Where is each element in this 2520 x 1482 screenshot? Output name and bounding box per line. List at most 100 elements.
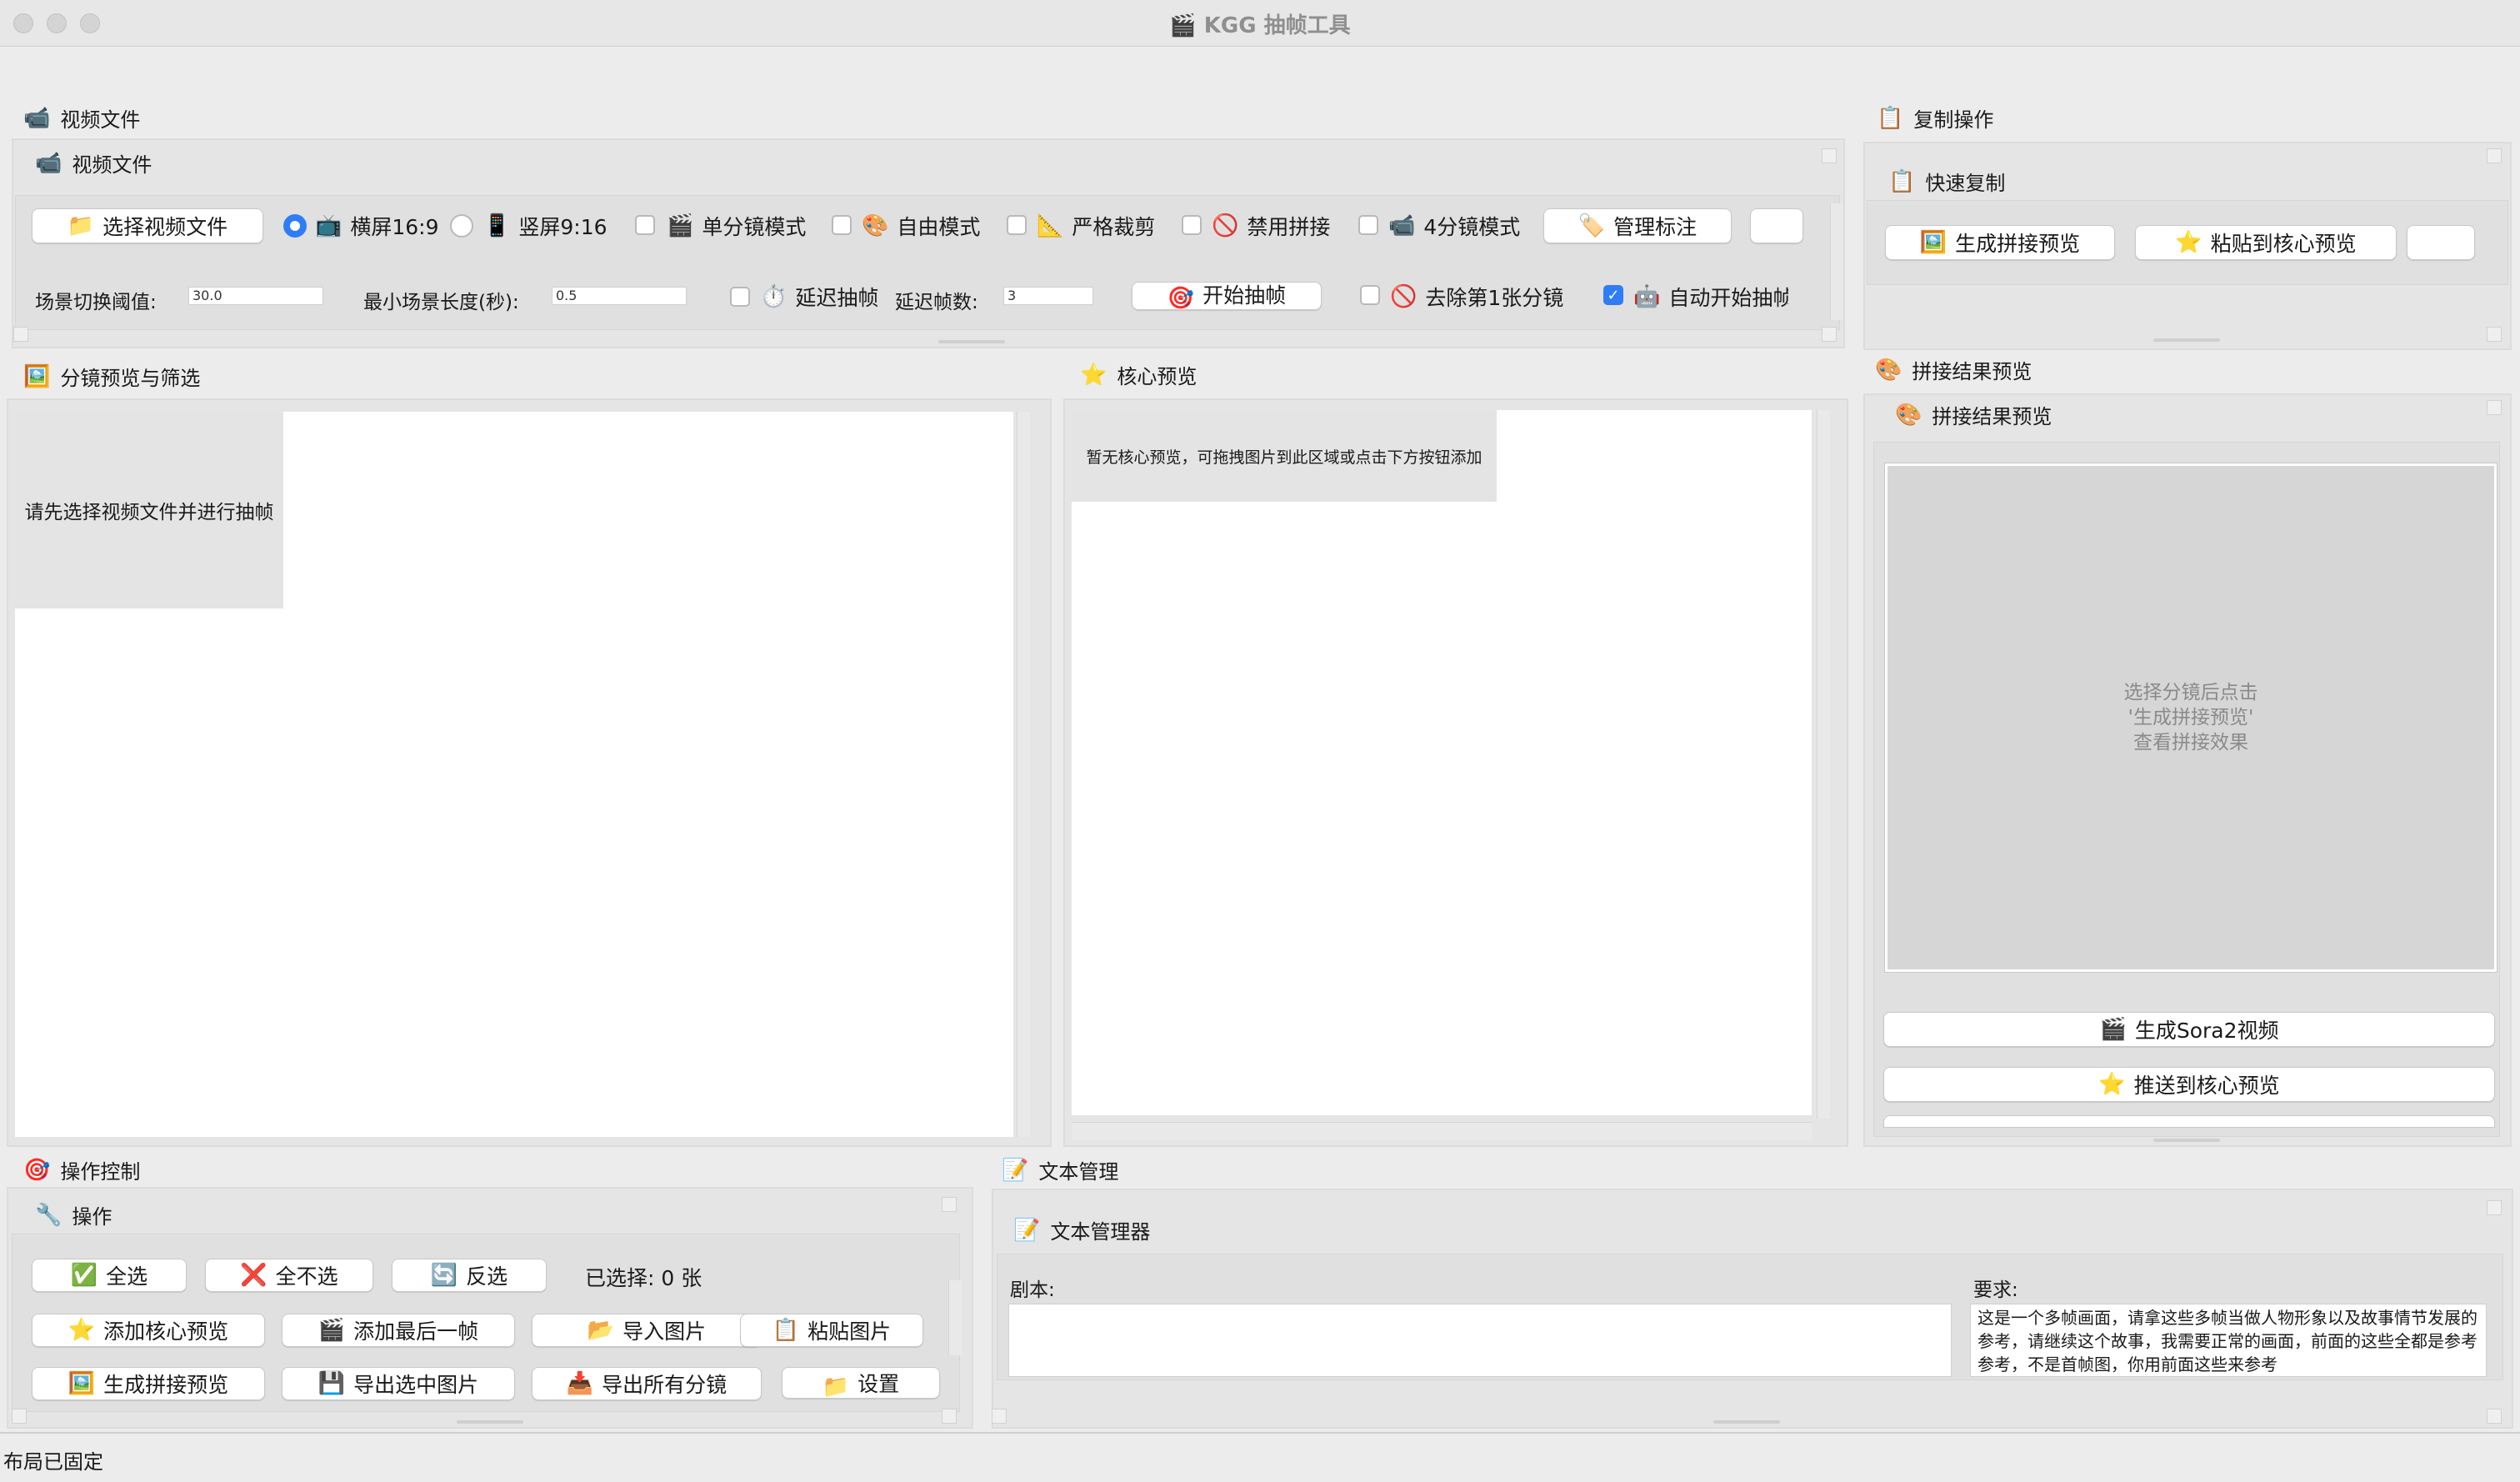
select-video-button[interactable]: 📁 选择视频文件 (32, 208, 263, 243)
stitch-preview-box: 选择分镜后点击 '生成拼接预览' 查看拼接效果 (1884, 463, 2498, 973)
inbox-tray-icon: 📥 (566, 1371, 594, 1396)
target-icon: 🎯 (23, 1157, 51, 1183)
overflow-button[interactable] (1750, 208, 1803, 243)
settings-button[interactable]: 📁 设置 (782, 1367, 940, 1399)
tag-icon: 🏷️ (1578, 213, 1606, 238)
gen-preview-copy-label: 生成拼接预览 (1955, 232, 2081, 256)
auto-start-checkbox[interactable]: ✓ (1603, 285, 1623, 305)
export-all-button[interactable]: 📥 导出所有分镜 (532, 1367, 762, 1400)
text-section-title-text: 文本管理 (1038, 1160, 1119, 1184)
star-icon: ⭐ (68, 1318, 96, 1343)
stitch-section-title: 🎨 拼接结果预览 (1875, 355, 2032, 384)
select-all-button[interactable]: ✅ 全选 (32, 1259, 187, 1292)
no-entry-icon: 🚫 (1212, 213, 1239, 238)
splitter-handle[interactable] (2153, 1139, 2220, 1142)
core-preview-scrollbar[interactable] (1817, 410, 1830, 1119)
delay-frames-input[interactable]: 3 (1003, 287, 1093, 305)
add-last-frame-button[interactable]: 🎬 添加最后一帧 (282, 1314, 515, 1347)
star-icon: ⭐ (1080, 362, 1108, 388)
video-section-title: 📹 视频文件 (23, 103, 140, 133)
clapper-icon: 🎬 (318, 1318, 346, 1343)
free-mode-label: 🎨 自由模式 (862, 211, 980, 241)
free-mode-checkbox[interactable] (832, 215, 852, 235)
panel-close-handle[interactable] (2487, 1409, 2502, 1424)
panel-float-handle[interactable] (992, 1409, 1007, 1424)
remove-first-checkbox[interactable] (1360, 285, 1380, 305)
panel-float-handle[interactable] (12, 1409, 27, 1424)
core-preview-hscrollbar[interactable] (1072, 1122, 1812, 1140)
partial-button[interactable] (1883, 1115, 2495, 1127)
disable-stitch-checkbox[interactable] (1182, 215, 1202, 235)
video-camera-icon: 📹 (35, 150, 62, 176)
ops-inner-title-text: 操作 (72, 1205, 112, 1229)
memo-icon: 📝 (1002, 1157, 1029, 1183)
paste-image-button[interactable]: 📋 粘贴图片 (740, 1314, 923, 1347)
panel-float-handle[interactable] (2487, 1200, 2502, 1215)
panel-float-handle[interactable] (2487, 400, 2502, 415)
picture-icon: 🖼️ (68, 1371, 96, 1396)
splitter-handle[interactable] (2153, 338, 2220, 342)
panel-float-handle[interactable] (2487, 148, 2502, 163)
min-length-input[interactable]: 0.5 (552, 287, 687, 305)
core-preview-area[interactable] (1072, 410, 1812, 1115)
script-textarea[interactable] (1008, 1304, 1952, 1377)
video-inner-title-text: 视频文件 (72, 153, 152, 177)
landscape-text: 横屏16:9 (350, 215, 439, 239)
select-none-button[interactable]: ❌ 全不选 (205, 1259, 373, 1292)
title-bar: 🎬 KGG 抽帧工具 (0, 0, 2520, 47)
panel-float-handle[interactable] (13, 327, 28, 342)
gen-preview-copy-button[interactable]: 🖼️ 生成拼接预览 (1885, 225, 2115, 260)
clipboard-icon: 📋 (1877, 105, 1904, 131)
gen-sora-button[interactable]: 🎬 生成Sora2视频 (1883, 1012, 2495, 1047)
push-core-label: 推送到核心预览 (2133, 1074, 2280, 1098)
delay-checkbox[interactable] (730, 287, 750, 307)
delay-label: ⏱️ 延迟抽帧 (760, 282, 878, 312)
panel-float-handle[interactable] (1822, 148, 1837, 163)
text-section-title: 📝 文本管理 (1002, 1155, 1118, 1184)
manage-tags-button[interactable]: 🏷️ 管理标注 (1543, 208, 1732, 243)
quick-copy-title-text: 快速复制 (1925, 172, 2006, 195)
video-options-scrollbar[interactable] (1830, 203, 1843, 320)
picture-icon: 🖼️ (1919, 230, 1948, 255)
panel-close-handle[interactable] (1822, 327, 1837, 342)
invert-button[interactable]: 🔄 反选 (392, 1259, 547, 1292)
more-copy-button[interactable] (2407, 225, 2475, 260)
copy-section-title-text: 复制操作 (1913, 108, 1994, 132)
paste-core-button[interactable]: ⭐ 粘贴到核心预览 (2135, 225, 2397, 260)
text-manager-title: 📝 文本管理器 (1013, 1215, 1150, 1244)
ops-section-title-text: 操作控制 (60, 1160, 141, 1184)
add-core-button[interactable]: ⭐ 添加核心预览 (32, 1314, 265, 1347)
portrait-radio[interactable] (450, 214, 473, 238)
strict-crop-checkbox[interactable] (1007, 215, 1027, 235)
single-mode-checkbox[interactable] (635, 215, 655, 235)
manage-tags-label: 管理标注 (1613, 215, 1698, 239)
panel-close-handle[interactable] (2487, 327, 2502, 342)
import-image-button[interactable]: 📂 导入图片 (532, 1314, 762, 1347)
start-extract-button[interactable]: 🎯 开始抽帧 (1132, 282, 1322, 310)
no-entry-icon: 🚫 (1390, 284, 1418, 309)
panel-float-handle[interactable] (942, 1197, 957, 1212)
remove-first-label: 🚫 去除第1张分镜 (1390, 282, 1563, 312)
splitter-handle[interactable] (1713, 1420, 1780, 1424)
gen-preview-button[interactable]: 🖼️ 生成拼接预览 (32, 1367, 265, 1400)
panel-close-handle[interactable] (942, 1409, 957, 1424)
requirement-textarea[interactable]: 这是一个多帧画面，请拿这些多帧当做人物形象以及故事情节发展的参考，请继续这个故事… (1970, 1304, 2487, 1377)
video-camera-icon: 📹 (1388, 213, 1416, 238)
disable-stitch-text: 禁用拼接 (1247, 215, 1331, 239)
ruler-icon: 📐 (1037, 213, 1064, 238)
window-title: 🎬 KGG 抽帧工具 (1169, 13, 1351, 38)
push-core-button[interactable]: ⭐ 推送到核心预览 (1883, 1067, 2495, 1102)
four-mode-checkbox[interactable] (1358, 215, 1378, 235)
threshold-input[interactable]: 30.0 (188, 287, 323, 305)
landscape-radio[interactable] (283, 214, 307, 238)
selected-count: 已选择: 0 张 (585, 1266, 702, 1290)
check-mark-icon: ✅ (70, 1263, 98, 1288)
requirement-label: 要求: (1973, 1279, 2018, 1301)
select-none-label: 全不选 (275, 1264, 338, 1289)
splitter-handle[interactable] (457, 1420, 523, 1424)
delay-frames-label: 延迟帧数: (895, 292, 978, 313)
ops-scrollbar[interactable] (948, 1280, 962, 1355)
storyboard-scrollbar[interactable] (1017, 412, 1030, 1137)
splitter-handle[interactable] (938, 340, 1005, 343)
export-selected-button[interactable]: 💾 导出选中图片 (282, 1367, 515, 1400)
